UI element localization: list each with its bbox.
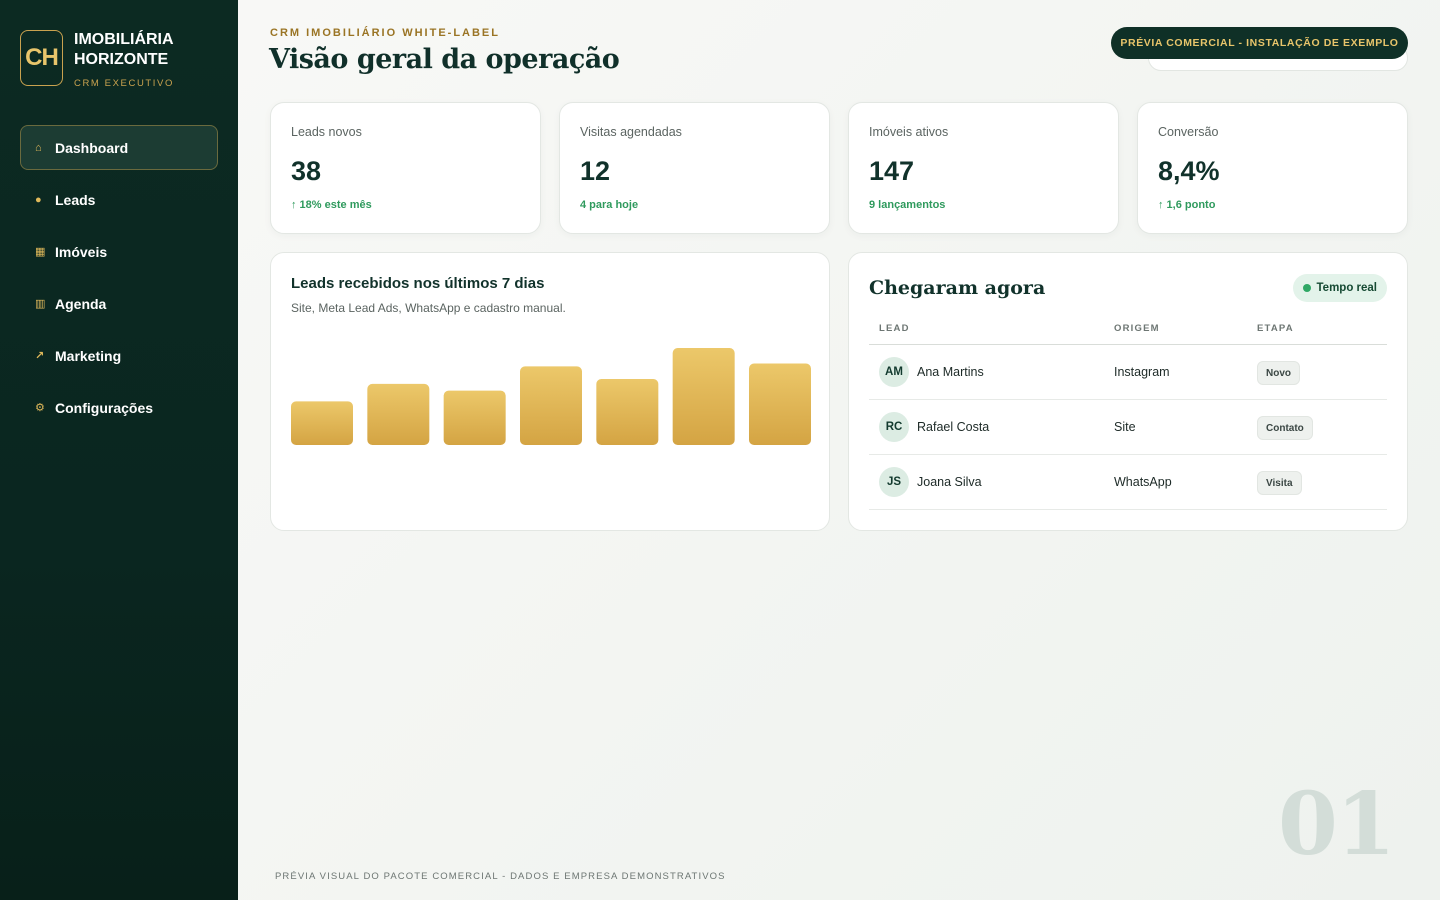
stat-label: Imóveis ativos: [869, 125, 949, 139]
brand-logo: CH: [20, 30, 63, 86]
stat-value: 8,4%: [1158, 156, 1220, 186]
avatar: JS: [879, 467, 909, 497]
calendar-icon: ▥: [35, 298, 46, 310]
chart-bar: [291, 401, 353, 445]
avatar: RC: [879, 412, 909, 442]
sidebar-item-leads[interactable]: ● Leads: [20, 177, 218, 222]
stat-delta: ↑ 1,6 ponto: [1158, 199, 1216, 211]
brand-text: IMOBILIÁRIA HORIZONTE CRM EXECUTIVO: [74, 30, 204, 89]
live-dot-icon: [1302, 284, 1311, 292]
lead-origin: WhatsApp: [1114, 475, 1172, 489]
leads-chart-card: Leads recebidos nos últimos 7 dias Site,…: [270, 252, 830, 531]
sidebar-item-marketing[interactable]: ↗ Marketing: [20, 333, 218, 378]
stat-label: Conversão: [1158, 125, 1219, 139]
page-title: Visão geral da operação: [269, 44, 620, 75]
sidebar-item-configuracoes[interactable]: ⚙ Configurações: [20, 385, 218, 430]
home-icon: ⌂: [35, 141, 42, 154]
sidebar-item-label: Configurações: [55, 399, 154, 416]
table-row[interactable]: AM Ana Martins Instagram Novo: [869, 345, 1387, 400]
column-header-etapa: ETAPA: [1257, 323, 1294, 334]
live-badge-label: Tempo real: [1316, 282, 1378, 294]
lead-name: Rafael Costa: [917, 420, 990, 434]
building-icon: ▦: [35, 246, 46, 258]
sidebar-item-label: Agenda: [55, 295, 107, 312]
sidebar-item-imoveis[interactable]: ▦ Imóveis: [20, 229, 218, 274]
stat-label: Visitas agendadas: [580, 125, 682, 139]
stat-value: 12: [580, 156, 611, 186]
stat-delta: 4 para hoje: [580, 199, 639, 211]
chart-bar: [520, 366, 582, 445]
sidebar: CH IMOBILIÁRIA HORIZONTE CRM EXECUTIVO ⌂…: [0, 0, 238, 900]
column-header-lead: LEAD: [879, 323, 910, 334]
stage-badge: Visita: [1257, 471, 1302, 495]
page-eyebrow: CRM IMOBILIÁRIO WHITE-LABEL: [270, 27, 500, 39]
sidebar-item-agenda[interactable]: ▥ Agenda: [20, 281, 218, 326]
brand-name: IMOBILIÁRIA HORIZONTE: [74, 31, 173, 68]
stat-value: 147: [869, 156, 915, 186]
sidebar-item-dashboard[interactable]: ⌂ Dashboard: [20, 125, 218, 170]
gear-icon: ⚙: [35, 402, 45, 414]
brand-subtitle: CRM EXECUTIVO: [74, 78, 174, 89]
brand[interactable]: CH IMOBILIÁRIA HORIZONTE CRM EXECUTIVO: [20, 30, 204, 89]
chart-subtitle: Site, Meta Lead Ads, WhatsApp e cadastro…: [291, 301, 566, 315]
sidebar-item-label: Imóveis: [55, 243, 108, 260]
table-row[interactable]: JS Joana Silva WhatsApp Visita: [869, 455, 1387, 510]
recent-leads-title: Chegaram agora: [869, 277, 1046, 299]
stat-card-conversao: Conversão 8,4% ↑ 1,6 ponto: [1137, 102, 1408, 234]
stat-delta: 9 lançamentos: [869, 199, 946, 211]
stage-badge: Contato: [1257, 416, 1313, 440]
chart-bar: [367, 383, 430, 445]
recent-leads-card: Chegaram agora Tempo real LEAD ORIGEM ET…: [848, 252, 1408, 531]
chart-bar: [749, 363, 811, 445]
chart-bar: [672, 348, 735, 445]
stat-label: Leads novos: [291, 125, 362, 139]
chart-bar: [596, 379, 659, 445]
lead-name: Joana Silva: [917, 475, 982, 489]
stat-card-visitas: Visitas agendadas 12 4 para hoje: [559, 102, 830, 234]
sidebar-item-label: Dashboard: [55, 139, 129, 156]
trend-arrow-icon: ↗: [35, 350, 45, 362]
stat-value: 38: [291, 156, 322, 186]
sidebar-item-label: Leads: [55, 191, 96, 208]
stat-card-imoveis: Imóveis ativos 147 9 lançamentos: [848, 102, 1119, 234]
sidebar-nav: ⌂ Dashboard ● Leads ▦ Imóveis ▥ Agenda ↗…: [20, 125, 218, 437]
lead-origin: Site: [1114, 420, 1136, 434]
chart-bar: [443, 390, 506, 445]
table-row[interactable]: RC Rafael Costa Site Contato: [869, 400, 1387, 455]
live-badge: Tempo real: [1292, 274, 1387, 302]
footer-note: PRÉVIA VISUAL DO PACOTE COMERCIAL - DADO…: [275, 871, 726, 882]
stat-delta: ↑ 18% este mês: [291, 199, 372, 211]
chart-title: Leads recebidos nos últimos 7 dias: [291, 275, 545, 292]
user-circle-icon: ●: [35, 193, 42, 206]
page-number: 01: [1278, 774, 1396, 875]
lead-name: Ana Martins: [917, 365, 984, 379]
leads-bar-chart: [291, 348, 811, 445]
sidebar-item-label: Marketing: [55, 347, 122, 364]
avatar: AM: [879, 357, 909, 387]
preview-badge: PRÉVIA COMERCIAL - INSTALAÇÃO DE EXEMPLO: [1111, 27, 1408, 59]
column-header-origem: ORIGEM: [1114, 323, 1160, 334]
stat-card-leads-novos: Leads novos 38 ↑ 18% este mês: [270, 102, 541, 234]
stage-badge: Novo: [1257, 361, 1300, 385]
lead-origin: Instagram: [1114, 365, 1170, 379]
